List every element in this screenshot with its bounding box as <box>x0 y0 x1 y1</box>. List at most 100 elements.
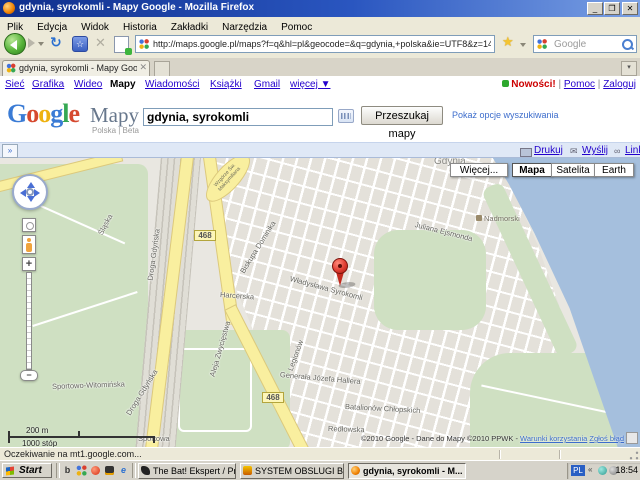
gnav-wiecej[interactable]: więcej ▼ <box>290 79 330 90</box>
reload-button[interactable]: ↻ <box>50 34 62 51</box>
app-grid-icon[interactable] <box>75 464 88 477</box>
minimize-button[interactable]: _ <box>587 2 603 15</box>
gnav-wideo[interactable]: Wideo <box>74 79 102 90</box>
forward-dropdown-icon[interactable] <box>38 42 44 49</box>
taskbar-clock: 18:54 <box>615 465 638 475</box>
close-button[interactable]: ✕ <box>622 2 638 15</box>
forward-button[interactable] <box>28 38 35 48</box>
new-tab-button[interactable] <box>154 61 170 77</box>
map-corner-button[interactable] <box>626 432 638 444</box>
stop-button[interactable]: ✕ <box>95 35 106 51</box>
maps-search-input[interactable] <box>143 108 333 126</box>
search-options-link[interactable]: Pokaż opcje wyszukiwania <box>452 110 559 120</box>
home-button[interactable]: ☆ <box>72 36 88 52</box>
road-shield-468: 468 <box>194 230 216 241</box>
windows-logo-icon <box>6 466 14 476</box>
web-search-box[interactable]: Google <box>533 35 637 53</box>
search-maps-button[interactable]: Przeszukaj mapy <box>361 106 443 140</box>
map-canvas[interactable]: Wzgórze Św. Maksymiliana 468 468 Gdynia … <box>0 158 640 447</box>
opera-glyph <box>91 466 100 475</box>
separator: | <box>558 79 562 90</box>
zoom-in-button[interactable]: + <box>22 257 36 271</box>
map-action-bar: » Drukuj ✉ Wyślij ∞ Link <box>0 142 640 158</box>
tab-close-icon[interactable]: ✕ <box>139 62 147 73</box>
pan-right-icon[interactable] <box>34 189 44 197</box>
gnav-wiadomosci[interactable]: Wiadomości <box>145 79 199 90</box>
map-type-satellite-button[interactable]: Satelita <box>551 163 595 177</box>
gnav-siec[interactable]: Sieć <box>5 79 24 90</box>
poi-icon <box>476 215 482 221</box>
scale-tick <box>8 431 10 443</box>
maps-logo-subtitle: Polska | Beta <box>92 126 139 135</box>
scale-metric: 200 m <box>26 426 49 435</box>
map-pan-control[interactable] <box>12 174 48 210</box>
status-divider <box>559 450 560 459</box>
gnav-grafika[interactable]: Grafika <box>32 79 64 90</box>
bookmark-dropdown-icon[interactable] <box>520 43 526 50</box>
language-indicator[interactable]: PL <box>571 465 585 476</box>
street-view-pegman[interactable] <box>22 235 36 254</box>
pomoc-link[interactable]: Pomoc <box>564 79 595 90</box>
terms-link[interactable]: Warunki korzystania <box>520 434 587 443</box>
map-type-map-button[interactable]: Mapa <box>512 163 552 177</box>
window-title-bar[interactable]: gdynia, syrokomli - Mapy Google - Mozill… <box>0 0 640 17</box>
url-text[interactable]: http://maps.google.pl/maps?f=q&hl=pl&geo… <box>153 39 491 49</box>
keyboard-icon-button[interactable] <box>338 109 354 123</box>
task-system-obslugi[interactable]: SYSTEM OBSLUGI BIURA... <box>240 463 344 479</box>
pan-up-icon[interactable] <box>27 178 35 188</box>
sidebar-expand-button[interactable]: » <box>2 144 18 158</box>
window-title: gdynia, syrokomli - Mapy Google - Mozill… <box>19 2 255 13</box>
system-tray: PL « 18:54 <box>567 463 640 479</box>
winamp-icon[interactable] <box>103 464 116 477</box>
tab-label[interactable]: gdynia, syrokomli - Mapy Google <box>19 63 137 73</box>
zoom-out-button[interactable]: − <box>20 370 38 381</box>
gnav-mapy-active[interactable]: Mapy <box>110 79 136 90</box>
task-firefox-active[interactable]: gdynia, syrokomli - M... <box>348 463 466 479</box>
tab-favicon <box>6 63 16 73</box>
map-type-earth-button[interactable]: Earth <box>594 163 634 177</box>
start-label: Start <box>19 465 42 476</box>
list-all-tabs-button[interactable]: ▾ <box>621 61 637 76</box>
tray-collapse-button[interactable]: « <box>588 465 592 474</box>
nowosci-link[interactable]: Nowości! <box>511 79 555 90</box>
system-task-icon <box>243 466 252 475</box>
gnav-gmail[interactable]: Gmail <box>254 79 280 90</box>
send-link[interactable]: Wyślij <box>582 145 608 156</box>
task-label: gdynia, syrokomli - M... <box>363 466 463 476</box>
start-button[interactable]: Start <box>2 463 52 478</box>
web-search-placeholder[interactable]: Google <box>554 39 586 50</box>
result-marker-pin[interactable] <box>331 258 358 288</box>
back-button[interactable] <box>4 33 26 55</box>
gnav-ksiazki[interactable]: Książki <box>210 79 242 90</box>
map-reset-view-button[interactable] <box>22 218 36 232</box>
status-text: Oczekiwanie na mt1.google.com... <box>4 449 142 459</box>
zoom-slider-track[interactable] <box>26 272 32 370</box>
zaloguj-link[interactable]: Zaloguj <box>603 79 636 90</box>
pan-left-icon[interactable] <box>16 189 26 197</box>
taskbar-divider <box>132 463 136 478</box>
task-the-bat[interactable]: The Bat! Ekspert / Pro <box>138 463 236 479</box>
bookmark-star-button[interactable]: ★ <box>502 34 514 50</box>
site-favicon <box>138 38 150 50</box>
new-window-button[interactable] <box>114 36 132 55</box>
maximize-button[interactable]: ❐ <box>604 2 620 15</box>
map-more-button[interactable]: Więcej... <box>450 163 508 177</box>
url-bar[interactable]: http://maps.google.pl/maps?f=q&hl=pl&geo… <box>135 35 495 53</box>
pegman-icon <box>27 238 31 242</box>
browser-status-bar: Oczekiwanie na mt1.google.com... <box>0 447 640 460</box>
ie-icon[interactable]: e <box>117 464 130 477</box>
magnifier-icon[interactable] <box>622 39 633 50</box>
screen: { "window": { "title": "gdynia, syrokoml… <box>0 0 640 480</box>
the-bat-icon[interactable]: b <box>61 464 74 477</box>
print-link[interactable]: Drukuj <box>534 145 563 156</box>
logo-letter: g <box>50 99 63 128</box>
link-link[interactable]: Link <box>625 145 640 156</box>
resize-grip[interactable] <box>629 451 639 460</box>
marker-dot <box>338 264 342 268</box>
report-error-link[interactable]: Zgłoś błąd <box>589 434 624 443</box>
pan-center-icon[interactable] <box>26 188 34 196</box>
opera-icon[interactable] <box>89 464 102 477</box>
tray-icon-messenger[interactable] <box>598 466 607 475</box>
pan-down-icon[interactable] <box>27 196 35 206</box>
tab-active[interactable]: gdynia, syrokomli - Mapy Google ✕ <box>2 60 150 76</box>
